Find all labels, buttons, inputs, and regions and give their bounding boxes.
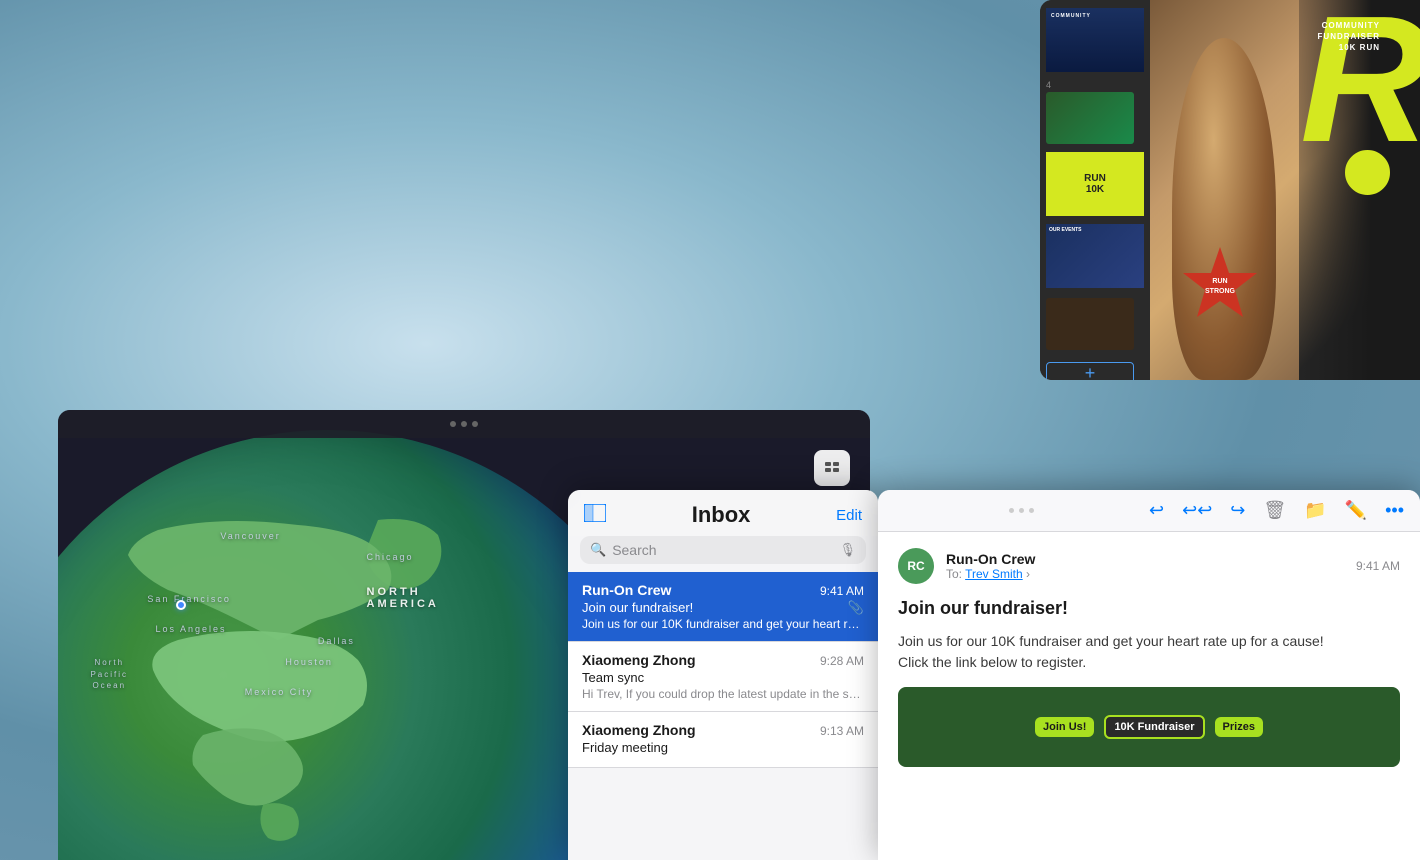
add-slide-icon: + bbox=[1085, 363, 1096, 380]
mail-time-3: 9:13 AM bbox=[820, 724, 864, 738]
maps-dot-1 bbox=[450, 421, 456, 427]
forward-button[interactable]: ↪ bbox=[1230, 500, 1245, 521]
attachment-icon-1: 📎 bbox=[848, 600, 864, 616]
slide-thumb-5[interactable]: 5 RUN10K bbox=[1046, 152, 1144, 216]
slide-thumb-7[interactable] bbox=[1046, 296, 1144, 350]
mail-detail-time: 9:41 AM bbox=[1356, 559, 1400, 573]
mail-detail-panel: ↩ ↩↩ ↪ 🗑 📁 ✏️ ••• RC Run-On Crew To: Tre… bbox=[878, 490, 1420, 860]
maps-titlebar bbox=[58, 410, 870, 438]
compose-button[interactable]: ✏️ bbox=[1345, 500, 1367, 521]
preview-circle-logo bbox=[1345, 150, 1390, 195]
svg-text:STRONG: STRONG bbox=[1205, 288, 1236, 295]
mail-sender-2: Xiaomeng Zhong bbox=[582, 652, 696, 668]
slides-app: 3 4 5 RUN10K 6 bbox=[1040, 0, 1420, 380]
mail-from-row: RC Run-On Crew To: Trev Smith › 9:41 AM bbox=[898, 548, 1400, 584]
badge-prizes: Prizes bbox=[1215, 717, 1263, 737]
mail-detail-content: RC Run-On Crew To: Trev Smith › 9:41 AM … bbox=[878, 532, 1420, 847]
sender-info: Run-On Crew To: Trev Smith › bbox=[946, 551, 1344, 581]
map-legend-button[interactable] bbox=[814, 450, 850, 486]
mic-icon[interactable]: 🎙 bbox=[839, 542, 856, 558]
mail-preview-1: Join us for our 10K fundraiser and get y… bbox=[582, 617, 864, 631]
mail-subject-1: Join our fundraiser! 📎 bbox=[582, 600, 864, 615]
maps-dot-2 bbox=[461, 421, 467, 427]
slide-number-4: 4 bbox=[1046, 80, 1144, 90]
slides-preview-content: R COMMUNITYFUNDRAISER10K RUN RUN STRONG bbox=[1150, 0, 1420, 380]
reply-all-button[interactable]: ↩↩ bbox=[1182, 500, 1212, 521]
mail-item-1-header: Run-On Crew 9:41 AM bbox=[582, 582, 864, 598]
mail-sender-3: Xiaomeng Zhong bbox=[582, 722, 696, 738]
mail-item-2[interactable]: Xiaomeng Zhong 9:28 AM Team sync Hi Trev… bbox=[568, 642, 878, 712]
run-strong-sticker: RUN STRONG bbox=[1180, 245, 1260, 330]
mail-subject-3: Friday meeting bbox=[582, 740, 864, 755]
folder-button[interactable]: 📁 bbox=[1304, 500, 1326, 521]
dot-2 bbox=[1019, 508, 1024, 513]
trash-button[interactable]: 🗑 bbox=[1263, 500, 1286, 521]
mail-item-1[interactable]: Run-On Crew 9:41 AM Join our fundraiser!… bbox=[568, 572, 878, 642]
mail-time-2: 9:28 AM bbox=[820, 654, 864, 668]
search-placeholder: Search bbox=[612, 542, 833, 558]
slide-img-5: RUN10K bbox=[1046, 164, 1134, 216]
maps-dot-3 bbox=[472, 421, 478, 427]
mail-time-1: 9:41 AM bbox=[820, 584, 864, 598]
slide-thumb-3[interactable]: 3 bbox=[1046, 8, 1144, 72]
mail-toolbar-icons: ↩ ↩↩ ↪ 🗑 📁 ✏️ ••• bbox=[1149, 500, 1404, 521]
sidebar-toggle-icon[interactable] bbox=[584, 504, 606, 527]
preview-overlay-text: COMMUNITYFUNDRAISER10K RUN bbox=[1318, 20, 1380, 54]
mail-detail-body: Join us for our 10K fundraiser and get y… bbox=[898, 631, 1400, 673]
mail-preview-2: Hi Trev, If you could drop the latest up… bbox=[582, 687, 864, 701]
mail-edit-button[interactable]: Edit bbox=[836, 507, 862, 524]
add-slide-button[interactable]: + bbox=[1046, 362, 1134, 380]
mail-item-3-header: Xiaomeng Zhong 9:13 AM bbox=[582, 722, 864, 738]
slide-img-7 bbox=[1046, 298, 1134, 350]
slide-img-3 bbox=[1046, 20, 1134, 72]
maps-window-dots bbox=[450, 421, 478, 427]
search-icon: 🔍 bbox=[590, 542, 606, 558]
na-landmass bbox=[98, 510, 498, 860]
mail-detail-window-dots bbox=[894, 508, 1149, 513]
sender-avatar: RC bbox=[898, 548, 934, 584]
mail-item-2-header: Xiaomeng Zhong 9:28 AM bbox=[582, 652, 864, 668]
slide5-label: RUN10K bbox=[1084, 173, 1106, 195]
reply-button[interactable]: ↩ bbox=[1149, 500, 1164, 521]
mail-subject-2: Team sync bbox=[582, 670, 864, 685]
mail-sender-1: Run-On Crew bbox=[582, 582, 671, 598]
recipient-link[interactable]: Trev Smith bbox=[965, 567, 1023, 581]
mail-detail-subject: Join our fundraiser! bbox=[898, 598, 1400, 619]
slide-img-4 bbox=[1046, 92, 1134, 144]
more-button[interactable]: ••• bbox=[1385, 500, 1404, 521]
sender-to: To: Trev Smith › bbox=[946, 567, 1344, 581]
svg-text:RUN: RUN bbox=[1212, 278, 1227, 285]
slide-thumb-4[interactable]: 4 bbox=[1046, 80, 1144, 144]
mail-header: Inbox Edit bbox=[568, 490, 878, 536]
slides-preview: R COMMUNITYFUNDRAISER10K RUN RUN STRONG bbox=[1150, 0, 1420, 380]
preview-woman-bg: R COMMUNITYFUNDRAISER10K RUN RUN STRONG bbox=[1150, 0, 1420, 380]
mail-detail-toolbar: ↩ ↩↩ ↪ 🗑 📁 ✏️ ••• bbox=[878, 490, 1420, 532]
mail-item-3[interactable]: Xiaomeng Zhong 9:13 AM Friday meeting bbox=[568, 712, 878, 768]
badge-10k: 10K Fundraiser bbox=[1104, 715, 1204, 739]
inbox-title: Inbox bbox=[692, 502, 751, 528]
slide-img-6 bbox=[1046, 236, 1134, 288]
dot-1 bbox=[1009, 508, 1014, 513]
mail-list: Run-On Crew 9:41 AM Join our fundraiser!… bbox=[568, 572, 878, 768]
mail-inbox-panel: Inbox Edit 🔍 Search 🎙 Run-On Crew 9:41 A… bbox=[568, 490, 878, 860]
mail-search-bar[interactable]: 🔍 Search 🎙 bbox=[580, 536, 866, 564]
slides-thumbnail-panel: 3 4 5 RUN10K 6 bbox=[1040, 0, 1150, 380]
badge-join-us: Join Us! bbox=[1035, 717, 1094, 737]
sender-name: Run-On Crew bbox=[946, 551, 1344, 567]
slide-thumb-6[interactable]: 6 bbox=[1046, 224, 1144, 288]
mail-image-preview: Join Us! 10K Fundraiser Prizes bbox=[898, 687, 1400, 767]
dot-3 bbox=[1029, 508, 1034, 513]
